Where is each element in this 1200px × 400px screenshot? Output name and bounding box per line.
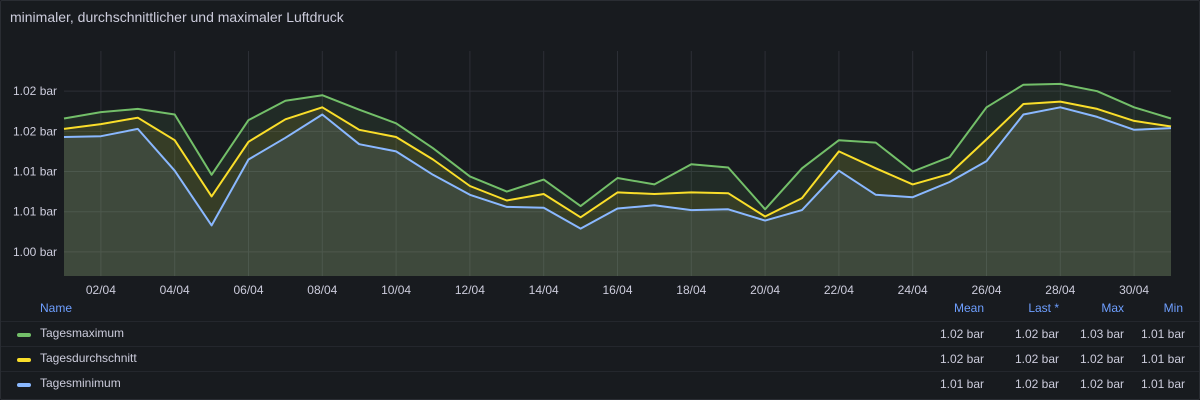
legend-swatch [17, 358, 31, 362]
x-tick-label: 08/04 [307, 283, 337, 297]
x-tick-label: 14/04 [529, 283, 559, 297]
legend-row-tagesminimum[interactable]: Tagesminimum 1.01 bar 1.02 bar 1.02 bar … [1, 371, 1199, 396]
legend-mean-value: 1.02 bar [939, 327, 984, 341]
legend-min-value: 1.01 bar [1140, 352, 1185, 366]
x-tick-label: 12/04 [455, 283, 485, 297]
legend-series-name[interactable]: Tagesdurchschnitt [40, 351, 137, 365]
y-tick-label: 1.01 bar [13, 205, 57, 219]
legend-series-name[interactable]: Tagesmaximum [40, 326, 124, 340]
x-tick-label: 02/04 [86, 283, 116, 297]
legend-last-value: 1.02 bar [1014, 352, 1059, 366]
legend-header: Name Mean Last * Max Min [1, 297, 1199, 321]
x-tick-label: 24/04 [898, 283, 928, 297]
legend-last-header[interactable]: Last * [1028, 301, 1059, 315]
x-axis-labels: 02/04 04/04 06/04 08/04 10/04 12/04 14/04 16/04… [86, 283, 1150, 297]
chart-panel: minimaler, durchschnittlicher und maxima… [0, 0, 1200, 400]
chart-area: 1.00 bar 1.01 bar 1.01 bar 1.02 bar 1.02 bar… [13, 51, 1172, 297]
legend-max-value: 1.03 bar [1079, 327, 1124, 341]
legend-min-value: 1.01 bar [1140, 327, 1185, 341]
legend-swatch [17, 333, 31, 337]
legend: Name Mean Last * Max Min Tagesmaximum 1.… [1, 297, 1199, 396]
x-tick-label: 16/04 [602, 283, 632, 297]
y-tick-label: 1.00 bar [13, 245, 57, 259]
x-tick-label: 26/04 [971, 283, 1001, 297]
legend-max-value: 1.02 bar [1079, 377, 1124, 391]
x-tick-label: 28/04 [1045, 283, 1075, 297]
legend-mean-header[interactable]: Mean [954, 301, 984, 315]
legend-series-name[interactable]: Tagesminimum [40, 376, 121, 390]
legend-name-header[interactable]: Name [40, 301, 72, 315]
legend-min-value: 1.01 bar [1140, 377, 1185, 391]
x-tick-label: 04/04 [160, 283, 190, 297]
legend-row-tagesmaximum[interactable]: Tagesmaximum 1.02 bar 1.02 bar 1.03 bar … [1, 321, 1199, 346]
legend-min-header[interactable]: Min [1164, 301, 1183, 315]
legend-last-value: 1.02 bar [1014, 377, 1059, 391]
legend-swatch [17, 383, 31, 387]
legend-max-header[interactable]: Max [1101, 301, 1124, 315]
x-tick-label: 30/04 [1119, 283, 1149, 297]
legend-max-value: 1.02 bar [1079, 352, 1124, 366]
y-tick-label: 1.01 bar [13, 165, 57, 179]
x-tick-label: 22/04 [824, 283, 854, 297]
x-tick-label: 06/04 [233, 283, 263, 297]
y-axis-labels: 1.00 bar 1.01 bar 1.01 bar 1.02 bar 1.02 bar [13, 84, 57, 259]
legend-row-tagesdurchschnitt[interactable]: Tagesdurchschnitt 1.02 bar 1.02 bar 1.02… [1, 346, 1199, 371]
y-tick-label: 1.02 bar [13, 124, 57, 138]
x-tick-label: 18/04 [676, 283, 706, 297]
y-tick-label: 1.02 bar [13, 84, 57, 98]
x-tick-label: 20/04 [750, 283, 780, 297]
legend-mean-value: 1.02 bar [939, 352, 984, 366]
x-tick-label: 10/04 [381, 283, 411, 297]
legend-mean-value: 1.01 bar [939, 377, 984, 391]
legend-last-value: 1.02 bar [1014, 327, 1059, 341]
